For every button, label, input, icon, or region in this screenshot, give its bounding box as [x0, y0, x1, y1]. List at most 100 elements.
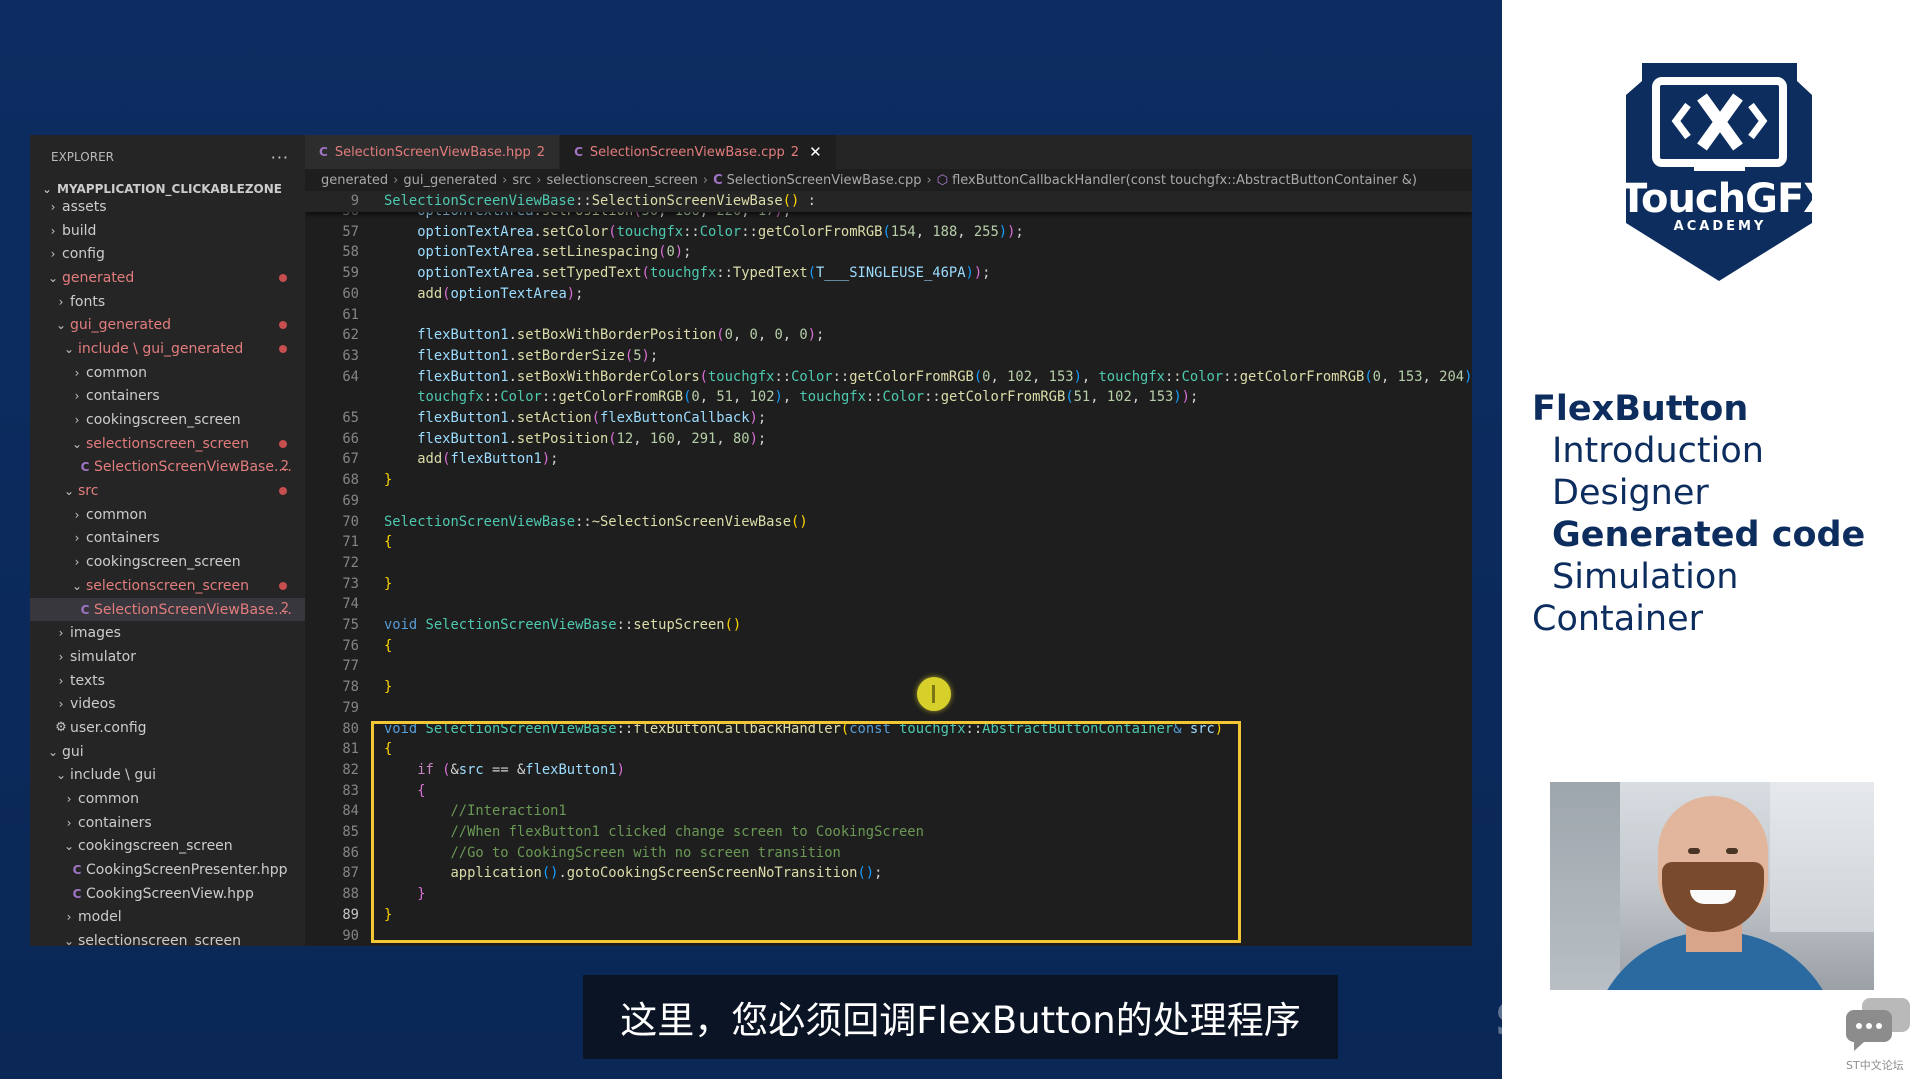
code-text: flexButton1.setPosition(12, 160, 291, 80… [384, 429, 766, 450]
code-token: , [915, 223, 933, 240]
tree-folder-item[interactable]: ⚙ user.config [30, 716, 305, 740]
code-token: setColor [541, 223, 609, 240]
tree-item-label: containers [78, 814, 152, 831]
chevron-right-icon: › [58, 294, 64, 309]
tree-folder-item[interactable]: ⌄ gui [30, 740, 305, 764]
tree-folder-item[interactable]: › images [30, 621, 305, 645]
tree-folder-item[interactable]: › common [30, 787, 305, 811]
line-number: 86 [342, 844, 359, 861]
tree-file-item[interactable]: C CookingScreenPresenter.hpp [30, 858, 305, 882]
line-number: 71 [342, 534, 359, 551]
tree-item-label: fonts [70, 293, 106, 310]
chevron-down-icon: ⌄ [55, 318, 67, 333]
tree-folder-item[interactable]: › common [30, 503, 305, 527]
tree-item-label: SelectionScreenViewBase.... [94, 459, 292, 476]
code-text: optionTextArea.setColor(touchgfx::Color:… [384, 222, 1024, 243]
line-number: 84 [342, 803, 359, 820]
code-token: ( [641, 265, 650, 282]
tree-folder-item[interactable]: ⌄ selectionscreen_screen [30, 574, 305, 598]
code-token: ; [757, 430, 767, 447]
code-text: { [384, 739, 392, 760]
tree-folder-item[interactable]: › assets [30, 195, 305, 219]
line-number: 70 [342, 513, 359, 530]
more-actions-icon[interactable]: ··· [271, 148, 289, 167]
tree-item-label: texts [70, 672, 105, 689]
chevron-right-icon: › [66, 910, 72, 925]
code-token: getColorFromRGB [558, 389, 684, 406]
code-token: Color [882, 389, 925, 406]
breadcrumb-item[interactable]: src [512, 173, 531, 188]
tree-folder-item[interactable]: › model [30, 906, 305, 930]
method-icon: ⬡ [936, 172, 949, 188]
tree-folder-item[interactable]: › videos [30, 692, 305, 716]
explorer-sidebar: EXPLORER ··· ⌄ MYAPPLICATION_CLICKABLEZO… [30, 135, 305, 946]
tree-folder-item[interactable]: ⌄ include \ gui [30, 764, 305, 788]
tree-file-item[interactable]: C CookingScreenView.hpp [30, 882, 305, 906]
tree-folder-item[interactable]: ⌄ src [30, 479, 305, 503]
code-token: :: [575, 513, 592, 530]
tree-file-item[interactable]: C SelectionScreenViewBase.... 2 [30, 597, 305, 622]
modified-dot-icon [279, 345, 287, 354]
tree-folder-item[interactable]: › common [30, 361, 305, 385]
breadcrumb-item[interactable]: generated [321, 173, 388, 188]
code-token: ; [550, 451, 559, 468]
code-text: if (&src == &flexButton1) [384, 760, 625, 781]
chevron-right-icon: › [536, 172, 542, 188]
breadcrumb-item[interactable]: flexButtonCallbackHandler(const touchgfx… [952, 173, 1417, 188]
tree-folder-item[interactable]: › config [30, 242, 305, 266]
code-token: 80 [732, 430, 750, 447]
code-token: ; [1015, 223, 1024, 240]
tab-selectionscreenviewbase-cpp[interactable]: C SelectionScreenViewBase.cpp 2 ✕ [560, 135, 837, 169]
tree-folder-item[interactable]: ⌄ include \ gui_generated [30, 337, 305, 361]
webcam-window-left [1550, 782, 1620, 990]
agenda-item-current: Generated code [1552, 515, 1866, 555]
code-token: const [849, 720, 891, 737]
code-token: :: [1164, 368, 1182, 385]
breadcrumb-item[interactable]: selectionscreen_screen [547, 173, 698, 188]
code-token: 153 [1397, 368, 1423, 385]
tree-folder-item[interactable]: › containers [30, 385, 305, 409]
code-line: 82 if (&src == &flexButton1) [305, 760, 1472, 781]
tree-folder-item[interactable]: › containers [30, 811, 305, 835]
code-token: 102 [1007, 368, 1033, 385]
tree-folder-item[interactable]: › containers [30, 527, 305, 551]
line-number: 62 [342, 327, 359, 344]
tree-folder-item[interactable]: ⌄ selectionscreen_screen [30, 432, 305, 456]
code-token: touchgfx [707, 368, 775, 385]
code-token: :: [924, 389, 941, 406]
tree-item-label: common [86, 506, 147, 523]
breadcrumb-item[interactable]: gui_generated [403, 173, 497, 188]
tree-item-label: selectionscreen_screen [78, 933, 242, 946]
code-token: ) [965, 265, 974, 282]
tree-folder-item[interactable]: ⌄ cookingscreen_screen [30, 835, 305, 859]
tab-selectionscreenviewbase-hpp[interactable]: C SelectionScreenViewBase.hpp 2 [305, 135, 561, 169]
tree-folder-item[interactable]: ⌄ gui_generated [30, 313, 305, 337]
tree-folder-item[interactable]: › simulator [30, 645, 305, 669]
problem-count: 2 [536, 144, 546, 160]
code-token: 0 [691, 389, 700, 406]
chevron-down-icon: ⌄ [71, 436, 83, 451]
code-line: 72 [305, 553, 1472, 574]
tree-folder-item[interactable]: › fonts [30, 290, 305, 314]
code-token: ) [641, 347, 650, 364]
code-token: touchgfx [649, 265, 717, 282]
code-token: ; [649, 347, 659, 364]
tree-folder-item[interactable]: ⌄ generated [30, 266, 305, 290]
breadcrumb-item[interactable]: SelectionScreenViewBase.cpp [727, 173, 922, 188]
tree-folder-item[interactable]: › cookingscreen_screen [30, 408, 305, 432]
code-text: add(optionTextArea); [384, 284, 583, 305]
code-token: ; [816, 327, 825, 344]
close-icon[interactable]: ✕ [809, 143, 822, 161]
tree-file-item[interactable]: C SelectionScreenViewBase.... 2 [30, 456, 305, 480]
tree-item-label: cookingscreen_screen [78, 838, 233, 855]
tree-folder-item[interactable]: › texts [30, 669, 305, 693]
tree-folder-item[interactable]: ⌄ selectionscreen_screen [30, 929, 305, 946]
code-area[interactable]: 9 SelectionScreenViewBase::SelectionScree… [305, 191, 1472, 946]
tree-folder-item[interactable]: › cookingscreen_screen [30, 550, 305, 574]
code-text: //Interaction1 [384, 801, 566, 822]
tree-folder-item[interactable]: › build [30, 219, 305, 243]
